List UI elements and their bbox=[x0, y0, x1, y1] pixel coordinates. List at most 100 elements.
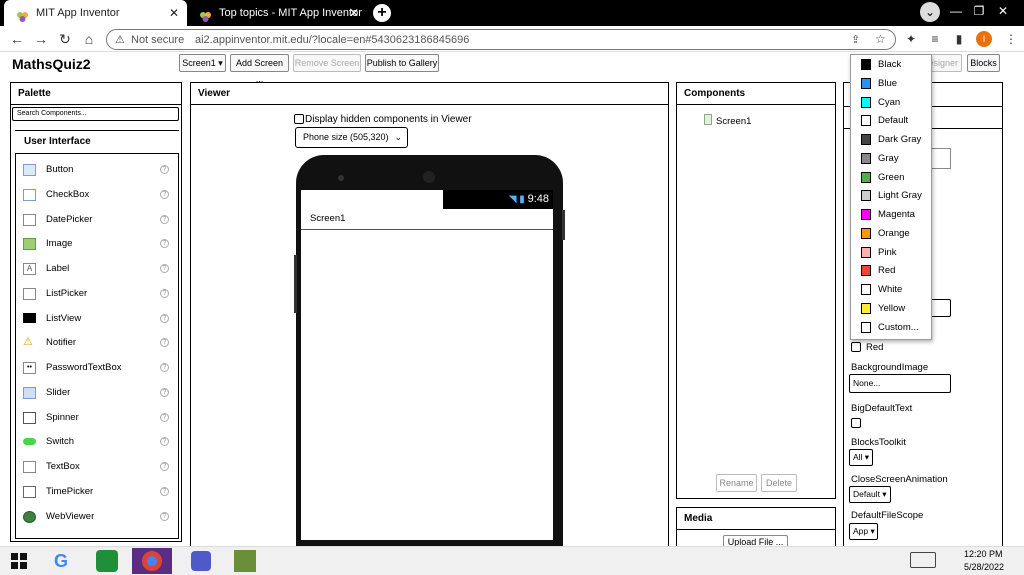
delete-button[interactable]: Delete bbox=[761, 474, 797, 492]
palette-item-label[interactable]: A Label? bbox=[16, 259, 176, 279]
color-option-gray[interactable]: Gray bbox=[851, 149, 931, 168]
tab-mit-app-inventor[interactable]: MIT App Inventor ✕ bbox=[4, 0, 187, 26]
palette-item-button[interactable]: Button? bbox=[16, 160, 176, 180]
extensions-icon[interactable]: ✦ bbox=[904, 32, 918, 46]
globe-icon bbox=[23, 511, 36, 523]
color-option-custom[interactable]: Custom... bbox=[851, 318, 931, 337]
palette-item-image[interactable]: Image? bbox=[16, 234, 176, 254]
help-icon[interactable]: ? bbox=[160, 165, 169, 174]
warning-icon[interactable]: ⚠ bbox=[115, 33, 125, 46]
color-option-green[interactable]: Green bbox=[851, 168, 931, 187]
help-icon[interactable]: ? bbox=[160, 239, 169, 248]
google-icon[interactable]: G bbox=[46, 548, 76, 574]
color-option-red[interactable]: Red bbox=[851, 261, 931, 280]
media-control-icon[interactable]: ≡ bbox=[928, 32, 942, 46]
close-window-icon[interactable]: ✕ bbox=[992, 0, 1014, 22]
restore-icon[interactable]: ❐ bbox=[968, 0, 990, 22]
palette-item-checkbox[interactable]: CheckBox? bbox=[16, 185, 176, 205]
color-option-yellow[interactable]: Yellow bbox=[851, 299, 931, 318]
help-icon[interactable]: ? bbox=[160, 512, 169, 521]
color-option-magenta[interactable]: Magenta bbox=[851, 205, 931, 224]
big-default-text-checkbox[interactable] bbox=[851, 418, 861, 428]
palette-item-listpicker[interactable]: ListPicker? bbox=[16, 284, 176, 304]
bookmark-star-icon[interactable]: ☆ bbox=[875, 32, 886, 46]
keyboard-icon[interactable] bbox=[910, 552, 936, 568]
help-icon[interactable]: ? bbox=[160, 388, 169, 397]
tab-close-icon[interactable]: ✕ bbox=[349, 0, 359, 26]
color-option-black[interactable]: Black bbox=[851, 55, 931, 74]
help-icon[interactable]: ? bbox=[160, 314, 169, 323]
color-option-blue[interactable]: Blue bbox=[851, 74, 931, 93]
text-area-partial[interactable] bbox=[930, 148, 951, 169]
phone-size-select[interactable]: Phone size (505,320) ⌄ bbox=[295, 127, 408, 148]
clock-time[interactable]: 12:20 PM bbox=[964, 549, 1003, 559]
blocks-button[interactable]: Blocks bbox=[967, 54, 1000, 72]
palette-item-passwordtextbox[interactable]: •• PasswordTextBox? bbox=[16, 358, 176, 378]
whatsapp-icon[interactable] bbox=[92, 548, 122, 574]
teams-icon[interactable] bbox=[186, 548, 216, 574]
share-icon[interactable]: ⇪ bbox=[851, 33, 860, 46]
close-screen-animation-select[interactable]: Default ▾ bbox=[849, 486, 891, 503]
palette-item-listview[interactable]: ListView? bbox=[16, 309, 176, 329]
color-option-white[interactable]: White bbox=[851, 280, 931, 299]
minimize-icon[interactable]: — bbox=[945, 0, 967, 22]
palette-item-slider[interactable]: Slider? bbox=[16, 383, 176, 403]
forward-icon[interactable]: → bbox=[32, 30, 50, 48]
help-icon[interactable]: ? bbox=[160, 215, 169, 224]
screen-select-button[interactable]: Screen1 ▾ bbox=[179, 54, 226, 72]
tab-top-topics[interactable]: Top topics - MIT App Inventor Co ✕ bbox=[187, 0, 367, 45]
minecraft-icon[interactable] bbox=[230, 548, 260, 574]
red-checkbox[interactable] bbox=[851, 342, 861, 352]
color-swatch bbox=[861, 78, 871, 89]
property-field-partial[interactable] bbox=[930, 299, 951, 317]
url-text[interactable]: ai2.appinventor.mit.edu/?locale=en#54306… bbox=[195, 34, 469, 46]
palette-item-datepicker[interactable]: DatePicker? bbox=[16, 210, 176, 230]
phone-screen[interactable] bbox=[301, 190, 553, 540]
publish-gallery-button[interactable]: Publish to Gallery bbox=[365, 54, 439, 72]
color-option-cyan[interactable]: Cyan bbox=[851, 93, 931, 112]
help-icon[interactable]: ? bbox=[160, 264, 169, 273]
new-tab-button[interactable]: + bbox=[373, 4, 391, 22]
color-option-dark-gray[interactable]: Dark Gray bbox=[851, 130, 931, 149]
color-option-orange[interactable]: Orange bbox=[851, 224, 931, 243]
back-icon[interactable]: ← bbox=[8, 30, 26, 48]
browser-menu-icon[interactable]: ⋮ bbox=[1004, 32, 1018, 46]
color-option-pink[interactable]: Pink bbox=[851, 243, 931, 262]
side-panel-icon[interactable]: ▮ bbox=[952, 32, 966, 46]
chrome-icon[interactable] bbox=[132, 548, 172, 574]
user-interface-group[interactable]: User Interface bbox=[24, 136, 91, 147]
clock-date[interactable]: 5/28/2022 bbox=[964, 562, 1004, 572]
palette-item-switch[interactable]: Switch? bbox=[16, 432, 176, 452]
palette-item-textbox[interactable]: TextBox? bbox=[16, 457, 176, 477]
help-icon[interactable]: ? bbox=[160, 487, 169, 496]
remove-screen-button[interactable]: Remove Screen bbox=[293, 54, 361, 72]
help-icon[interactable]: ? bbox=[160, 462, 169, 471]
help-icon[interactable]: ? bbox=[160, 413, 169, 422]
tab-close-icon[interactable]: ✕ bbox=[169, 0, 179, 26]
add-screen-button[interactable]: Add Screen ... bbox=[230, 54, 289, 84]
help-icon[interactable]: ? bbox=[160, 338, 169, 347]
tab-search-icon[interactable]: ⌄ bbox=[920, 2, 940, 22]
palette-item-webviewer[interactable]: WebViewer? bbox=[16, 507, 176, 527]
rename-button[interactable]: Rename bbox=[716, 474, 757, 492]
palette-item-spinner[interactable]: Spinner? bbox=[16, 408, 176, 428]
display-hidden-checkbox[interactable] bbox=[294, 114, 304, 124]
palette-item-notifier[interactable]: ⚠ Notifier? bbox=[16, 333, 176, 353]
help-icon[interactable]: ? bbox=[160, 437, 169, 446]
color-option-default[interactable]: Default bbox=[851, 111, 931, 130]
color-swatch bbox=[861, 228, 871, 239]
windows-start-icon[interactable] bbox=[4, 548, 34, 574]
blocks-toolkit-select[interactable]: All ▾ bbox=[849, 449, 873, 466]
help-icon[interactable]: ? bbox=[160, 289, 169, 298]
home-icon[interactable]: ⌂ bbox=[80, 30, 98, 48]
color-option-light-gray[interactable]: Light Gray bbox=[851, 186, 931, 205]
search-components-input[interactable]: Search Components... bbox=[12, 107, 179, 121]
palette-item-timepicker[interactable]: TimePicker? bbox=[16, 482, 176, 502]
background-image-field[interactable]: None... bbox=[849, 374, 951, 393]
default-file-scope-select[interactable]: App ▾ bbox=[849, 523, 878, 540]
reload-icon[interactable]: ↻ bbox=[56, 30, 74, 48]
profile-avatar[interactable]: I bbox=[976, 31, 992, 47]
help-icon[interactable]: ? bbox=[160, 363, 169, 372]
address-bar[interactable]: ⚠ Not secure ai2.appinventor.mit.edu/?lo… bbox=[106, 29, 896, 50]
help-icon[interactable]: ? bbox=[160, 190, 169, 199]
